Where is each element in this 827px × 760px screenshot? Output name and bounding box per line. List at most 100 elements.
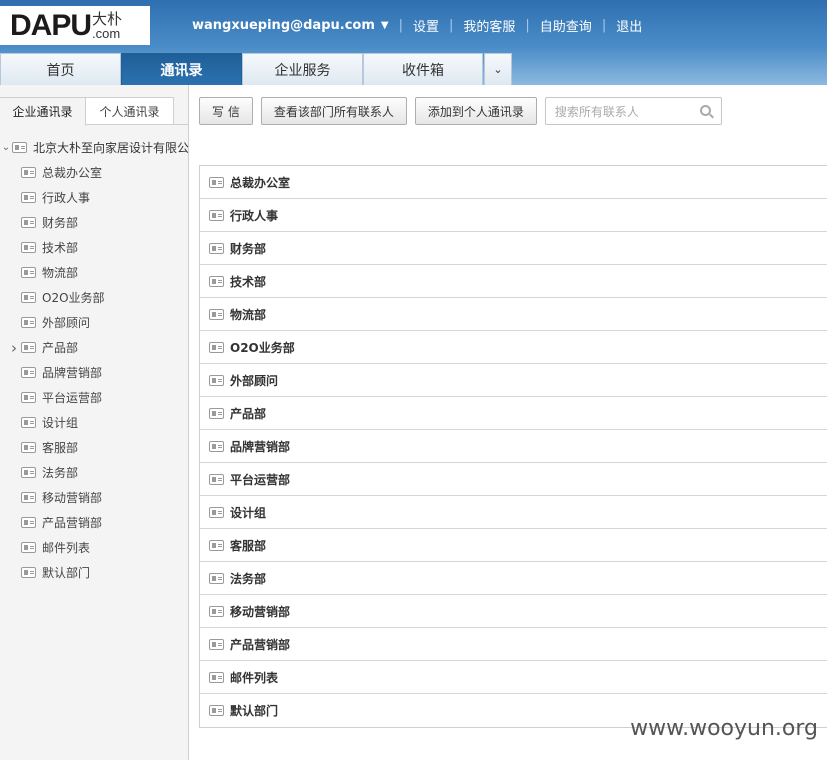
contact-card-icon [21,342,36,353]
sidebar-dept-item[interactable]: 品牌营销部 [0,360,102,385]
contact-card-icon [209,671,224,683]
department-row[interactable]: 法务部 [200,562,827,595]
department-row[interactable]: 财务部 [200,232,827,265]
department-name: 客服部 [230,538,267,553]
tab-enterprise-service[interactable]: 企业服务 [242,53,363,85]
sidebar-dept-label: 法务部 [42,466,79,480]
contact-card-icon [21,392,36,403]
department-row[interactable]: 邮件列表 [200,661,827,694]
sidebar-dept-item[interactable]: 产品营销部 [0,510,102,535]
search-icon[interactable] [699,105,711,116]
sidebar-dept-label: 行政人事 [42,191,91,205]
contact-card-icon [209,638,224,650]
contact-card-icon [21,292,36,303]
sidebar-dept-label: 平台运营部 [42,391,103,405]
department-name: 法务部 [230,571,267,586]
contact-card-icon [209,308,224,320]
contact-card-icon [209,209,224,221]
department-row[interactable]: 设计组 [200,496,827,529]
self-query-link[interactable]: 自助查询 [540,16,592,35]
chevron-down-icon[interactable]: ▼ [381,20,389,31]
tab-home[interactable]: 首页 [0,53,121,85]
department-row[interactable]: 产品营销部 [200,628,827,661]
department-row[interactable]: 技术部 [200,265,827,298]
contact-card-icon [209,572,224,584]
department-row[interactable]: 平台运营部 [200,463,827,496]
search-input[interactable]: 搜索所有联系人 [544,97,722,125]
contact-card-icon [209,473,224,485]
contact-card-icon [21,367,36,378]
contact-card-icon [209,506,224,518]
sidebar-dept-item[interactable]: 邮件列表 [0,535,90,560]
contact-card-icon [21,492,36,503]
sidebar-dept-label: 财务部 [42,216,79,230]
contact-card-icon [209,242,224,254]
department-row[interactable]: 行政人事 [200,199,827,232]
department-row[interactable]: 产品部 [200,397,827,430]
contact-card-icon [209,440,224,452]
contact-card-icon [209,176,224,188]
sidebar-dept-item[interactable]: 法务部 [0,460,78,485]
tab-enterprise-contacts[interactable]: 企业通讯录 [0,97,86,126]
sidebar-dept-label: 移动营销部 [42,491,103,505]
sidebar-dept-item[interactable]: 物流部 [0,260,78,285]
toolbar: 写 信 查看该部门所有联系人 添加到个人通讯录 搜索所有联系人 [199,97,722,125]
department-row[interactable]: O2O业务部 [200,331,827,364]
department-name: 邮件列表 [230,670,279,685]
add-to-personal-button[interactable]: 添加到个人通讯录 [414,97,537,125]
department-row[interactable]: 品牌营销部 [200,430,827,463]
sidebar-dept-item[interactable]: O2O业务部 [0,285,105,310]
department-list: 总裁办公室行政人事财务部 技术部 物流部 O2O业务部外部顾问产品部品牌营销部平台运营… [199,165,827,728]
sidebar-dept-item[interactable]: 设计组 [0,410,78,435]
tab-inbox[interactable]: 收件箱 [363,53,483,85]
department-name: O2O业务部 [230,340,295,355]
top-nav: wangxueping@dapu.com ▼ | 设置 | 我的客服 | 自助查… [192,16,642,35]
sidebar-dept-label: 客服部 [42,441,79,455]
contact-card-icon [21,192,36,203]
sidebar-dept-item[interactable]: 外部顾问 [0,310,90,335]
dapu-logo[interactable]: DAPU 大朴 .com [0,6,150,45]
chevron-down-icon[interactable]: ⌄ [484,53,512,85]
department-row[interactable]: 物流部 [200,298,827,331]
sidebar-dept-item[interactable]: › 产品部 [0,335,78,360]
sidebar-dept-item[interactable]: 默认部门 [0,560,90,585]
department-name: 产品营销部 [230,637,291,652]
tab-personal-contacts[interactable]: 个人通讯录 [86,97,174,125]
sidebar-dept-item[interactable]: 客服部 [0,435,78,460]
sidebar-dept-item[interactable]: 平台运营部 [0,385,102,410]
chevron-right-icon[interactable]: › [9,339,19,357]
department-name: 行政人事 [230,208,279,223]
sidebar-dept-item[interactable]: 财务部 [0,210,78,235]
department-name: 产品部 [230,406,267,421]
write-button[interactable]: 写 信 [199,97,253,125]
app-header: DAPU 大朴 .com wangxueping@dapu.com ▼ | 设置… [0,0,827,85]
department-row[interactable]: 移动营销部 [200,595,827,628]
contact-card-icon [21,267,36,278]
tab-contacts[interactable]: 通讯录 [121,53,242,85]
sidebar-dept-item[interactable]: 行政人事 [0,185,90,210]
department-row[interactable]: 客服部 [200,529,827,562]
watermark: www.wooyun.org [630,716,818,741]
view-all-contacts-button[interactable]: 查看该部门所有联系人 [260,97,407,125]
contact-card-icon [209,374,224,386]
logout-link[interactable]: 退出 [616,16,642,35]
my-service-link[interactable]: 我的客服 [463,16,515,35]
sidebar: 企业通讯录 个人通讯录 ⌄ 北京大朴至向家居设计有限公司 总裁办公室行政人事财务… [0,85,189,760]
sidebar-dept-item[interactable]: 移动营销部 [0,485,102,510]
contact-card-icon [21,442,36,453]
logo-text: DAPU [10,8,92,42]
department-name: 品牌营销部 [230,439,291,454]
contact-card-icon [21,417,36,428]
department-row[interactable]: 总裁办公室 [200,166,827,199]
tree-root[interactable]: ⌄ 北京大朴至向家居设计有限公司 [0,135,188,160]
chevron-down-icon[interactable]: ⌄ [1,142,11,153]
logo-cn: 大朴 [92,9,123,28]
contact-card-icon [209,705,224,716]
user-email[interactable]: wangxueping@dapu.com [192,18,375,33]
sidebar-dept-label: 产品部 [42,341,79,355]
sidebar-dept-item[interactable]: 技术部 [0,235,78,260]
settings-link[interactable]: 设置 [413,16,439,35]
department-row[interactable]: 外部顾问 [200,364,827,397]
sidebar-dept-item[interactable]: 总裁办公室 [0,160,102,185]
contact-card-icon [21,542,36,553]
